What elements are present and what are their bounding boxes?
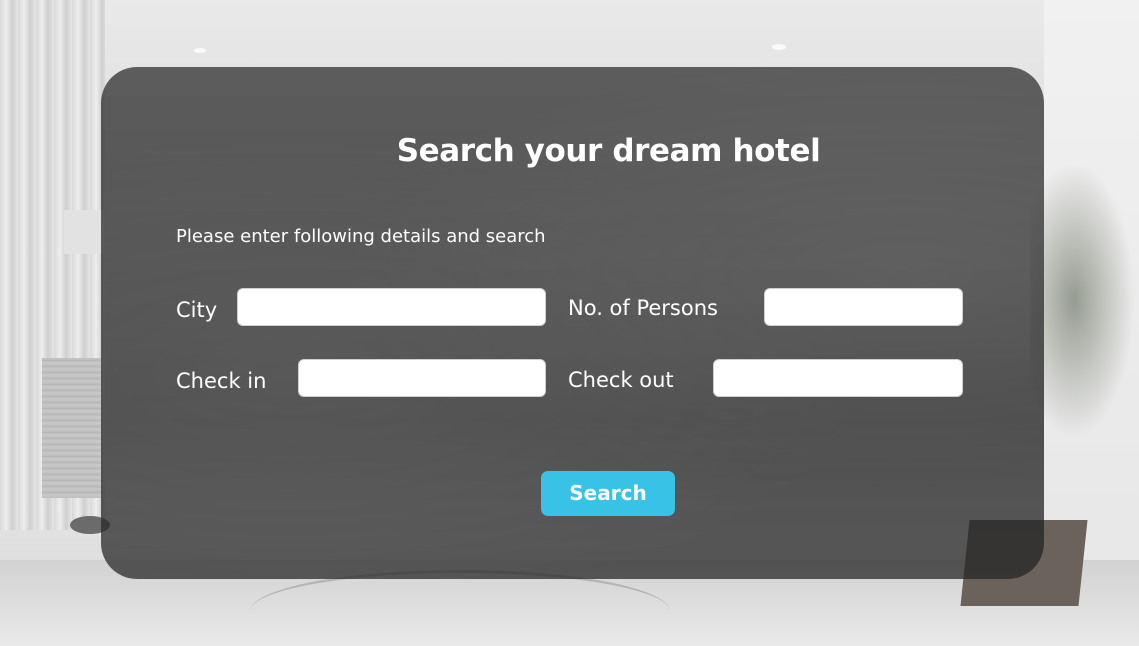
background-cabinet — [42, 358, 102, 498]
background-ceiling-light — [194, 48, 206, 53]
city-input[interactable] — [237, 288, 546, 326]
city-label: City — [176, 298, 218, 322]
check-out-input[interactable] — [713, 359, 963, 397]
check-out-label: Check out — [568, 368, 674, 392]
background-plant — [1030, 150, 1139, 450]
persons-input[interactable] — [764, 288, 963, 326]
form-instructions: Please enter following details and searc… — [176, 226, 546, 247]
page-title: Search your dream hotel — [396, 133, 821, 169]
background-chair — [250, 570, 670, 646]
check-in-input[interactable] — [298, 359, 546, 397]
background-lamp — [64, 210, 104, 254]
persons-label: No. of Persons — [568, 296, 718, 320]
check-in-label: Check in — [176, 369, 267, 393]
search-button[interactable]: Search — [541, 471, 675, 516]
background-ceiling-light — [772, 44, 786, 50]
